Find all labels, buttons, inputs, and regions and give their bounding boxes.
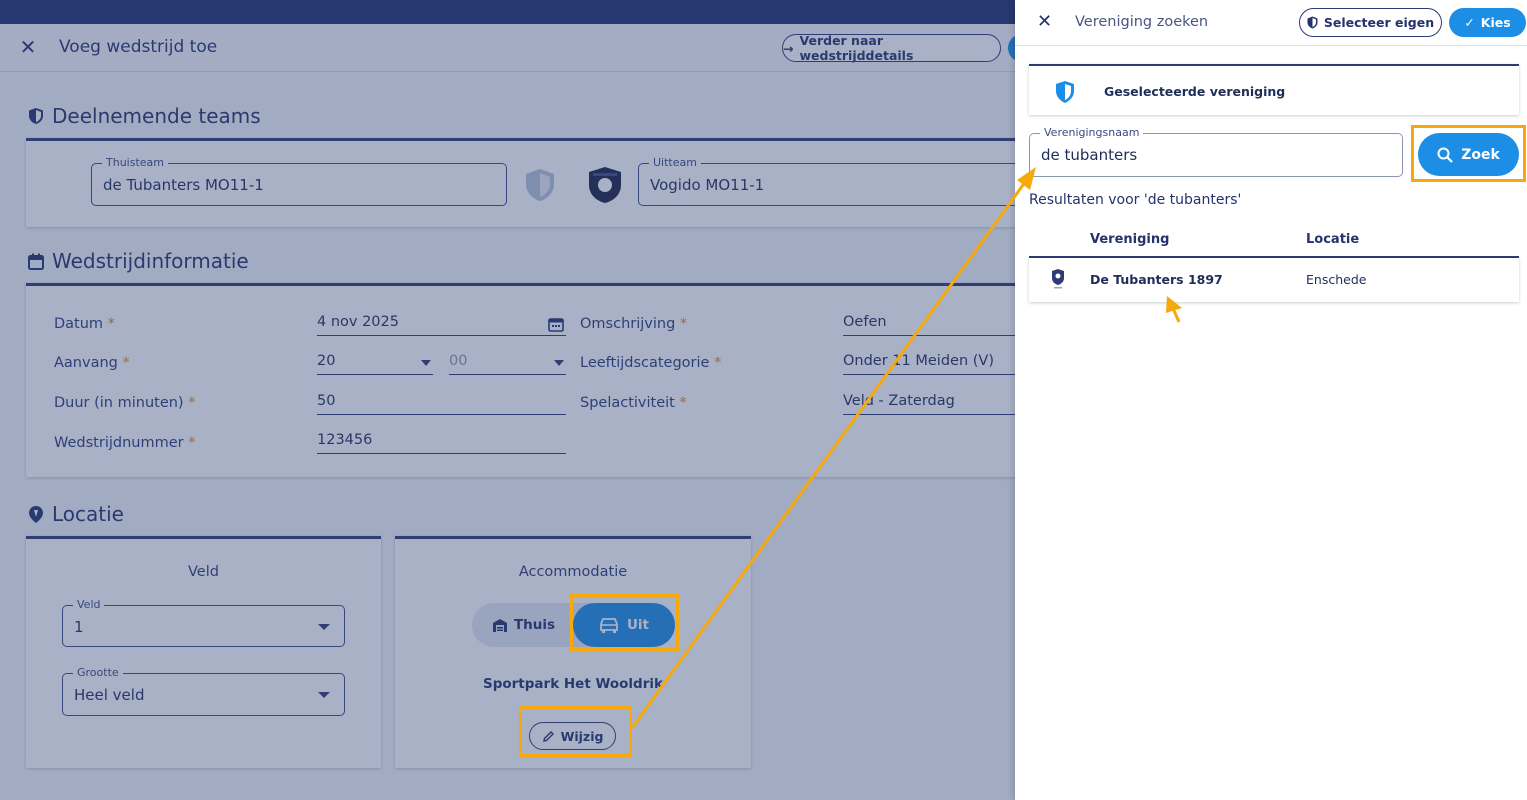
arrowhead-result [1166, 296, 1182, 313]
annotation-arrows [630, 167, 1182, 729]
arrow-to-search-field [630, 177, 1030, 729]
arrowhead-search-field [1017, 167, 1036, 190]
